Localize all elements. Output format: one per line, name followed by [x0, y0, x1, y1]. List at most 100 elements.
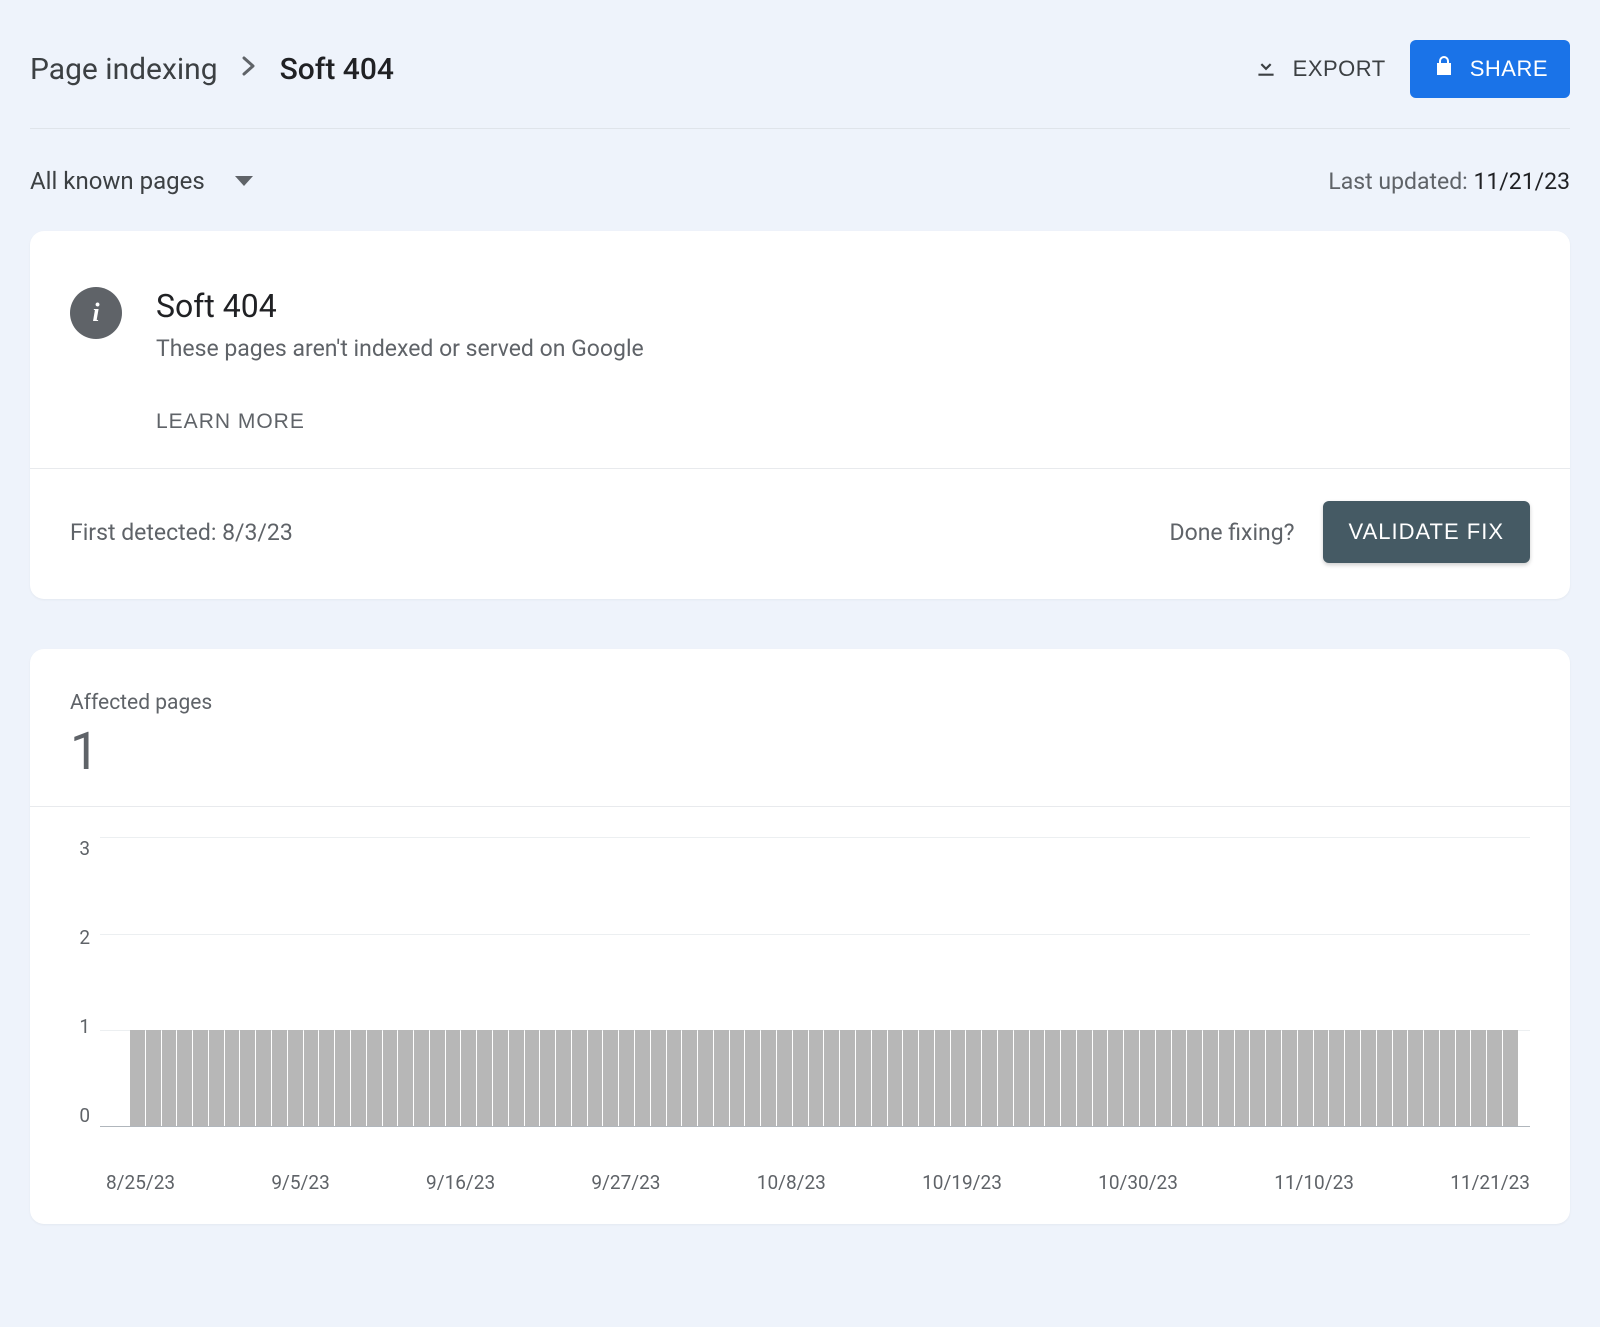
- chart-bar: [1298, 1030, 1313, 1126]
- done-fixing-label: Done fixing?: [1169, 519, 1294, 546]
- chart-bar: [603, 1030, 618, 1126]
- x-tick: 8/25/23: [106, 1171, 175, 1194]
- x-tick: 9/16/23: [426, 1171, 495, 1194]
- chart-bars: [130, 1030, 1518, 1126]
- chart-bar: [1156, 1030, 1171, 1126]
- chart-bar: [1250, 1030, 1265, 1126]
- chart-bar: [1456, 1030, 1471, 1126]
- chart-bar: [398, 1030, 413, 1126]
- x-tick: 9/5/23: [271, 1171, 329, 1194]
- first-detected: First detected: 8/3/23: [70, 519, 293, 546]
- chart-bar: [1093, 1030, 1108, 1126]
- chart-bar: [540, 1030, 555, 1126]
- chart-bar: [1014, 1030, 1029, 1126]
- affected-pages-label: Affected pages: [70, 691, 1530, 715]
- chart-card: Affected pages 1 3210 8/25/239/5/239/16/…: [30, 649, 1570, 1224]
- chart-bar: [1219, 1030, 1234, 1126]
- x-tick: 10/19/23: [922, 1171, 1002, 1194]
- chart-bar: [193, 1030, 208, 1126]
- chart-bar: [1282, 1030, 1297, 1126]
- chart-bar: [1061, 1030, 1076, 1126]
- chart-bar: [572, 1030, 587, 1126]
- chart-bar: [1393, 1030, 1408, 1126]
- chart-bar: [745, 1030, 760, 1126]
- chart-bar: [130, 1030, 145, 1126]
- chart-bar: [1329, 1030, 1344, 1126]
- chart-bar: [304, 1030, 319, 1126]
- chart-bar: [635, 1030, 650, 1126]
- breadcrumb: Page indexing Soft 404: [30, 52, 394, 87]
- chart-bar: [667, 1030, 682, 1126]
- chart-bar: [1487, 1030, 1502, 1126]
- chart-bar: [951, 1030, 966, 1126]
- chart-bar: [935, 1030, 950, 1126]
- chart-bar: [714, 1030, 729, 1126]
- affected-pages-chart: 3210 8/25/239/5/239/16/239/27/2310/8/231…: [30, 806, 1570, 1224]
- chart-bar: [1045, 1030, 1060, 1126]
- chart-bar: [446, 1030, 461, 1126]
- breadcrumb-current: Soft 404: [280, 52, 394, 87]
- chart-bar: [982, 1030, 997, 1126]
- last-updated: Last updated: 11/21/23: [1328, 168, 1570, 195]
- chart-bar: [461, 1030, 476, 1126]
- chart-bar: [525, 1030, 540, 1126]
- chart-bar: [509, 1030, 524, 1126]
- learn-more-button[interactable]: LEARN MORE: [156, 410, 305, 434]
- page-filter-dropdown[interactable]: All known pages: [30, 167, 253, 195]
- chart-bar: [1314, 1030, 1329, 1126]
- chart-bar: [588, 1030, 603, 1126]
- chart-bar: [414, 1030, 429, 1126]
- chart-bar: [966, 1030, 981, 1126]
- chart-x-axis: 8/25/239/5/239/16/239/27/2310/8/2310/19/…: [70, 1157, 1530, 1194]
- share-button[interactable]: SHARE: [1410, 40, 1570, 98]
- chart-bar: [288, 1030, 303, 1126]
- chart-bar: [840, 1030, 855, 1126]
- y-tick: 1: [79, 1015, 90, 1038]
- download-icon: [1253, 53, 1279, 85]
- chart-bar: [1424, 1030, 1439, 1126]
- chart-bar: [682, 1030, 697, 1126]
- x-tick: 10/30/23: [1098, 1171, 1178, 1194]
- affected-pages-value: 1: [70, 721, 1530, 782]
- share-label: SHARE: [1470, 56, 1548, 82]
- chart-bar: [146, 1030, 161, 1126]
- export-button[interactable]: EXPORT: [1249, 45, 1390, 93]
- chart-bar: [919, 1030, 934, 1126]
- last-updated-date: 11/21/23: [1473, 168, 1570, 195]
- chart-bar: [903, 1030, 918, 1126]
- chart-bar: [209, 1030, 224, 1126]
- chart-bar: [1140, 1030, 1155, 1126]
- chart-bar: [1408, 1030, 1423, 1126]
- chart-bar: [1108, 1030, 1123, 1126]
- chart-bar: [335, 1030, 350, 1126]
- breadcrumb-parent[interactable]: Page indexing: [30, 52, 218, 87]
- y-tick: 2: [79, 926, 90, 949]
- x-tick: 9/27/23: [591, 1171, 660, 1194]
- chart-bar: [162, 1030, 177, 1126]
- chart-bar: [824, 1030, 839, 1126]
- export-label: EXPORT: [1293, 56, 1386, 82]
- x-tick: 11/21/23: [1450, 1171, 1530, 1194]
- caret-down-icon: [235, 176, 253, 186]
- chart-bar: [272, 1030, 287, 1126]
- issue-card: i Soft 404 These pages aren't indexed or…: [30, 231, 1570, 599]
- issue-title: Soft 404: [156, 287, 644, 325]
- chart-bar: [319, 1030, 334, 1126]
- chart-bar: [225, 1030, 240, 1126]
- chart-bar: [761, 1030, 776, 1126]
- lock-icon: [1432, 54, 1456, 84]
- x-tick: 11/10/23: [1274, 1171, 1354, 1194]
- chart-bar: [1361, 1030, 1376, 1126]
- chart-bar: [1124, 1030, 1139, 1126]
- chart-bar: [383, 1030, 398, 1126]
- chart-bar: [1345, 1030, 1360, 1126]
- chart-bar: [651, 1030, 666, 1126]
- y-tick: 0: [79, 1104, 90, 1127]
- chart-bar: [809, 1030, 824, 1126]
- chart-bar: [856, 1030, 871, 1126]
- chart-bar: [1030, 1030, 1045, 1126]
- chart-bar: [1377, 1030, 1392, 1126]
- chart-bar: [998, 1030, 1013, 1126]
- validate-fix-button[interactable]: VALIDATE FIX: [1323, 501, 1530, 563]
- chart-bar: [556, 1030, 571, 1126]
